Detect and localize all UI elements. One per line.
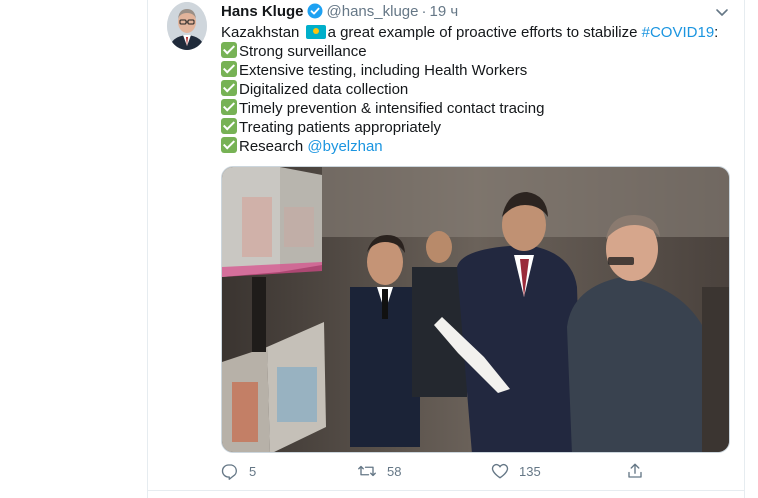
mention-link[interactable]: @byelzhan [307, 138, 382, 155]
retweet-count: 58 [387, 463, 402, 479]
reply-icon [221, 464, 237, 480]
reply-button[interactable]: 5 [221, 462, 256, 480]
check-mark-emoji-icon [221, 61, 237, 77]
list-item-text: Treating patients appropriately [239, 119, 442, 136]
list-item-text: Timely prevention & intensified contact … [239, 100, 545, 117]
list-item-text: Strong surveillance [239, 43, 367, 60]
author-name[interactable]: Hans Kluge [221, 3, 304, 20]
share-icon [628, 463, 642, 478]
check-mark-emoji-icon [221, 118, 237, 134]
avatar[interactable] [167, 2, 207, 50]
list-item: Research @byelzhan [221, 137, 736, 156]
tweet-timestamp[interactable]: 19 ч [429, 3, 458, 20]
avatar-image [167, 2, 207, 50]
tweet-header: Hans Kluge @hans_kluge · 19 ч [221, 3, 458, 24]
photo-image [222, 167, 729, 452]
tweet-actions: 5 58 135 [221, 462, 651, 484]
list-item: Treating patients appropriately [221, 118, 736, 137]
separator-dot: · [421, 3, 427, 20]
intro-text: Kazakhstan [221, 24, 304, 41]
kazakhstan-flag-icon [305, 25, 326, 39]
retweet-icon [358, 465, 376, 477]
list-item: Extensive testing, including Health Work… [221, 61, 736, 80]
check-mark-emoji-icon [221, 137, 237, 153]
check-mark-emoji-icon [221, 42, 237, 58]
list-item: Digitalized data collection [221, 80, 736, 99]
hashtag-link[interactable]: #COVID19 [642, 24, 715, 41]
like-button[interactable]: 135 [491, 462, 541, 480]
intro-colon: : [714, 24, 719, 41]
list-item: Strong surveillance [221, 42, 736, 61]
retweet-button[interactable]: 58 [357, 462, 401, 480]
list-item-text: Digitalized data collection [239, 81, 409, 98]
timeline-right-border [744, 0, 745, 498]
tweet-intro-line: Kazakhstan a great example of proactive … [221, 23, 736, 42]
list-item-text: Research [239, 138, 308, 155]
list-item: Timely prevention & intensified contact … [221, 99, 736, 118]
author-handle[interactable]: @hans_kluge [327, 3, 419, 20]
tweet-divider [147, 490, 745, 491]
timeline-left-border [147, 0, 148, 498]
reply-count: 5 [249, 463, 257, 479]
list-item-text: Extensive testing, including Health Work… [239, 62, 528, 79]
verified-badge-icon [307, 3, 323, 24]
like-count: 135 [519, 463, 541, 479]
intro-text-cont: a great example of proactive efforts to … [327, 24, 642, 41]
share-button[interactable] [626, 462, 654, 480]
tweet-photo[interactable] [221, 166, 730, 453]
check-mark-emoji-icon [221, 80, 237, 96]
tweet-text: Kazakhstan a great example of proactive … [221, 23, 736, 156]
check-mark-emoji-icon [221, 99, 237, 115]
like-icon [491, 463, 509, 479]
caret-down-icon[interactable] [714, 6, 730, 24]
